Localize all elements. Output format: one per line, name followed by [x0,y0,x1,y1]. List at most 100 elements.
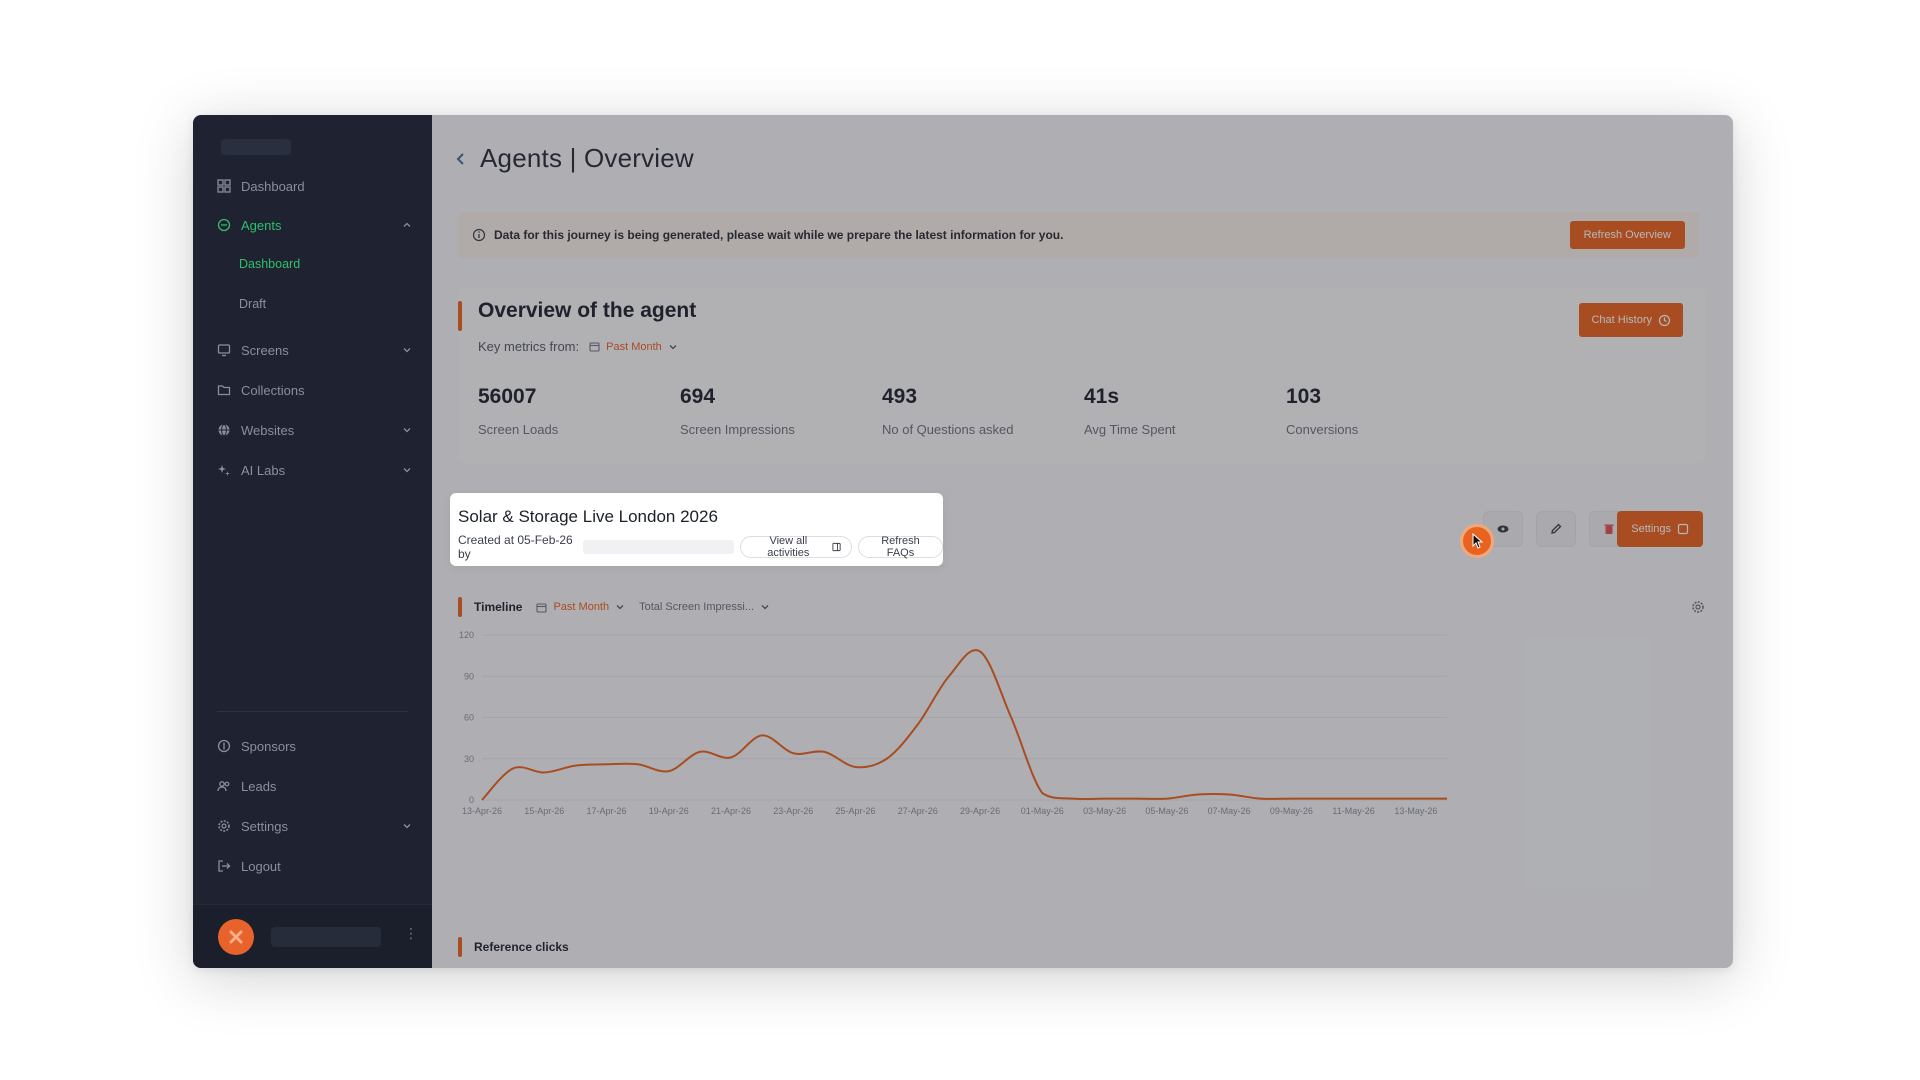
logout-icon [217,859,231,873]
sidebar-item-label: AI Labs [241,462,286,478]
calendar-icon [536,602,548,613]
globe-icon [217,423,231,437]
metric-label: Screen Loads [478,422,559,437]
overview-title: Overview of the agent [478,299,697,322]
avatar-logo-icon [229,930,243,944]
chevron-down-icon [616,605,624,610]
sidebar-item-label: Collections [241,382,305,398]
metric-value: 56007 [478,385,537,408]
sidebar-item-label: Websites [241,422,295,438]
page-header: Agents | Overview [454,143,694,174]
sidebar-item-websites[interactable]: Websites [217,419,412,441]
timeline-metric-value: Total Screen Impressi... [639,601,755,613]
sidebar-item-label: Agents [241,217,282,233]
metric-avg-time-spent: 41s Avg Time Spent [1084,385,1286,437]
event-meta: Created at 05-Feb-26 by View all activit… [458,533,943,561]
metric-value: 493 [882,385,918,408]
sidebar-subitem-dashboard[interactable]: Dashboard [239,257,300,271]
timeline-chart-svg: 0 30 60 90 120 13-Apr-26 15-Apr-26 17-Apr-26 19-… [459,630,1448,816]
series-line [481,649,1447,801]
sidebar-item-label: Logout [241,858,281,874]
chevron-down-icon [403,428,411,433]
page-title: Agents | Overview [480,143,694,173]
sidebar-item-sponsors[interactable]: Sponsors [217,735,412,757]
calendar-icon [589,342,600,352]
edit-button[interactable] [1536,511,1576,547]
more-vertical-icon[interactable]: ⋮ [404,926,418,940]
settings-button[interactable]: Settings [1617,511,1703,547]
sidebar-item-dashboard[interactable]: Dashboard [217,175,412,197]
section-accent-bar [458,937,462,957]
timeline-metric-select[interactable]: Total Screen Impressi... [639,601,770,613]
cursor-click-indicator [1460,524,1494,558]
refresh-overview-button[interactable]: Refresh Overview [1569,221,1685,249]
x-tick-label: 15-Apr-26 [524,806,564,816]
section-accent-bar [458,597,462,617]
folder-icon [217,383,231,397]
y-tick-label: 30 [464,754,474,764]
period-value: Past Month [606,340,662,353]
sidebar-item-agents[interactable]: Agents [217,214,412,236]
x-tick-label: 13-May-26 [1394,806,1437,816]
x-tick-label: 21-Apr-26 [711,806,751,816]
x-tick-label: 29-Apr-26 [960,806,1000,816]
pointer-cursor-icon [1472,533,1484,549]
gear-icon [217,819,231,833]
section-accent-bar [458,301,462,331]
x-tick-label: 05-May-26 [1145,806,1188,816]
sidebar-item-leads[interactable]: Leads [217,775,412,797]
metric-label: No of Questions asked [882,422,1014,437]
eye-icon [1497,525,1509,533]
info-banner: Data for this journey is being generated… [458,212,1699,258]
sidebar-item-label: Leads [241,778,277,794]
info-icon [472,228,486,242]
sidebar-item-collections[interactable]: Collections [217,379,412,401]
sparkle-icon [217,463,231,477]
panel-icon [832,542,841,552]
settings-icon [1677,523,1689,535]
app-window: Dashboard Agents Dashboard Draft Screens… [193,115,1733,968]
sponsor-icon [217,739,231,753]
x-tick-label: 23-Apr-26 [773,806,813,816]
metric-label: Conversions [1286,422,1359,437]
x-tick-label: 13-Apr-26 [462,806,502,816]
sidebar-item-screens[interactable]: Screens [217,339,412,361]
metric-value: 694 [680,385,716,408]
key-metrics-label: Key metrics from: [478,339,580,354]
metric-value: 103 [1286,385,1322,408]
user-name-redacted [271,927,381,947]
sidebar-item-settings[interactable]: Settings [217,815,412,837]
metric-value: 41s [1084,385,1120,408]
chevron-down-icon [669,344,677,349]
sidebar-item-label: Sponsors [241,738,296,754]
sidebar-item-logout[interactable]: Logout [217,855,412,877]
refresh-faqs-button[interactable]: Refresh FAQs [857,535,943,559]
back-chevron-icon[interactable] [454,152,468,166]
sidebar-item-label: Settings [241,818,288,834]
chevron-down-icon [761,605,769,610]
creator-name-redacted [583,540,734,554]
chat-history-button[interactable]: Chat History [1579,303,1683,337]
view-all-activities-button[interactable]: View all activities [739,535,852,559]
y-tick-label: 120 [459,630,474,640]
sidebar-divider [217,711,408,712]
avatar[interactable] [218,919,254,955]
users-icon [217,779,231,793]
sidebar-subitem-draft[interactable]: Draft [239,297,266,311]
y-tick-label: 0 [469,795,474,805]
timeline-period-select[interactable]: Past Month [536,601,625,613]
event-created-text: Created at 05-Feb-26 by [458,533,573,561]
period-select[interactable]: Past Month [589,341,678,353]
grid-icon [217,179,231,193]
metrics-row: 56007 Screen Loads 694 Screen Impression… [478,385,1488,437]
gear-icon[interactable] [1691,600,1705,614]
x-tick-label: 27-Apr-26 [898,806,938,816]
trash-icon [1604,524,1614,534]
reference-clicks-header: Reference clicks [458,937,569,957]
x-tick-label: 07-May-26 [1208,806,1251,816]
sidebar-item-ai-labs[interactable]: AI Labs [217,459,412,481]
metric-conversions: 103 Conversions [1286,385,1488,437]
x-tick-label: 11-May-26 [1332,806,1374,816]
sidebar-item-label: Screens [241,342,289,358]
agent-icon [217,218,231,232]
